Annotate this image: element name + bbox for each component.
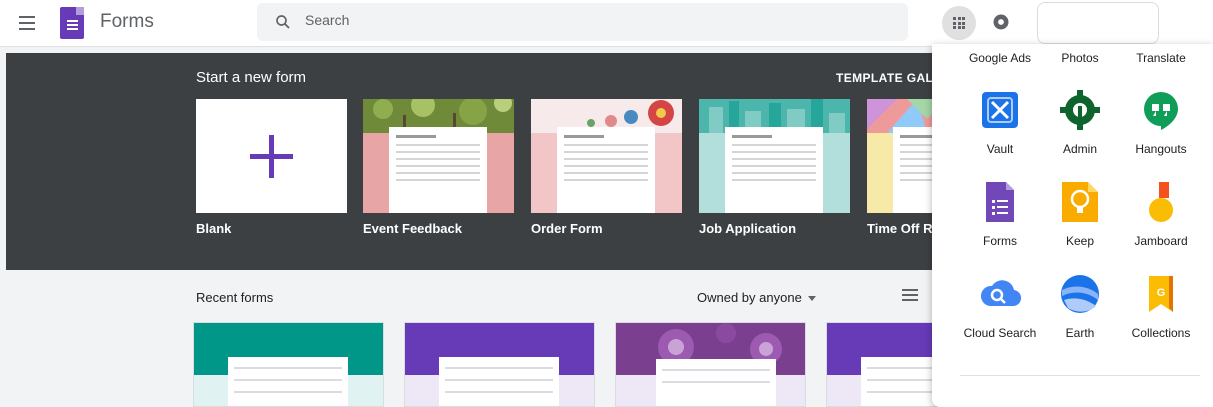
admin-icon bbox=[1058, 88, 1102, 132]
app-collections[interactable]: G Collections bbox=[1116, 272, 1206, 340]
google-apps-button[interactable] bbox=[942, 6, 976, 40]
app-translate[interactable]: Translate bbox=[1116, 51, 1206, 65]
keep-icon bbox=[1058, 180, 1102, 224]
template-section: Start a new form TEMPLATE GALLE Blank Ev… bbox=[6, 53, 946, 270]
template-event-feedback[interactable] bbox=[363, 99, 514, 213]
template-label[interactable]: Event Feedback bbox=[363, 221, 462, 236]
template-blank[interactable] bbox=[196, 99, 347, 213]
template-label[interactable]: Blank bbox=[196, 221, 231, 236]
template-job-application[interactable] bbox=[699, 99, 850, 213]
section-title: Start a new form bbox=[196, 69, 307, 86]
app-earth[interactable]: Earth bbox=[1035, 272, 1125, 340]
app-label: Admin bbox=[1062, 142, 1097, 156]
template-label[interactable]: Job Application bbox=[699, 221, 796, 236]
recent-forms-title: Recent forms bbox=[196, 290, 274, 305]
list-view-icon[interactable] bbox=[902, 289, 918, 303]
account-area[interactable] bbox=[1037, 2, 1159, 44]
template-order-form[interactable] bbox=[531, 99, 682, 213]
google-apps-panel: Google Ads Photos Translate Vault Admin … bbox=[932, 44, 1213, 407]
vault-icon bbox=[978, 88, 1022, 132]
template-label[interactable]: Order Form bbox=[531, 221, 603, 236]
recent-form-card[interactable] bbox=[615, 322, 806, 407]
app-label: Vault bbox=[986, 142, 1014, 156]
app-hangouts[interactable]: Hangouts bbox=[1116, 88, 1206, 156]
panel-divider bbox=[960, 375, 1200, 376]
search-bar[interactable] bbox=[257, 3, 908, 41]
app-label: Collections bbox=[1131, 326, 1191, 340]
app-label: Keep bbox=[1065, 234, 1095, 248]
app-photos[interactable]: Photos bbox=[1035, 51, 1125, 65]
app-admin[interactable]: Admin bbox=[1035, 88, 1125, 156]
hangouts-icon bbox=[1139, 88, 1183, 132]
app-label: Earth bbox=[1065, 326, 1095, 340]
forms-logo-icon[interactable] bbox=[60, 7, 84, 39]
recent-form-card[interactable] bbox=[193, 322, 384, 407]
template-gallery-link[interactable]: TEMPLATE GALLE bbox=[836, 71, 946, 85]
app-vault[interactable]: Vault bbox=[955, 88, 1045, 156]
owner-filter-dropdown[interactable]: Owned by anyone bbox=[697, 290, 816, 305]
dropdown-caret-icon bbox=[807, 296, 816, 302]
app-jamboard[interactable]: Jamboard bbox=[1116, 180, 1206, 248]
notifications-icon[interactable] bbox=[991, 12, 1011, 32]
earth-icon bbox=[1058, 272, 1102, 316]
main-menu-icon[interactable] bbox=[16, 12, 38, 34]
jamboard-icon bbox=[1139, 180, 1183, 224]
app-forms[interactable]: Forms bbox=[955, 180, 1045, 248]
app-cloud-search[interactable]: Cloud Search bbox=[955, 272, 1045, 340]
top-bar: Forms bbox=[0, 0, 1213, 47]
search-input[interactable] bbox=[305, 12, 805, 28]
forms-icon bbox=[978, 180, 1022, 224]
recent-form-card[interactable] bbox=[404, 322, 595, 407]
app-keep[interactable]: Keep bbox=[1035, 180, 1125, 248]
cloud-search-icon bbox=[978, 272, 1022, 316]
collections-icon: G bbox=[1139, 272, 1183, 316]
app-label: Hangouts bbox=[1135, 142, 1187, 156]
app-title[interactable]: Forms bbox=[100, 11, 154, 33]
app-google-ads[interactable]: Google Ads bbox=[955, 51, 1045, 65]
template-label[interactable]: Time Off Re bbox=[867, 221, 940, 236]
svg-text:G: G bbox=[1157, 287, 1166, 299]
apps-grid-icon bbox=[953, 17, 965, 29]
search-icon[interactable] bbox=[274, 13, 292, 31]
app-label: Forms bbox=[983, 234, 1017, 248]
app-label: Cloud Search bbox=[963, 326, 1037, 340]
owner-filter-label: Owned by anyone bbox=[697, 290, 802, 305]
app-label: Jamboard bbox=[1134, 234, 1188, 248]
